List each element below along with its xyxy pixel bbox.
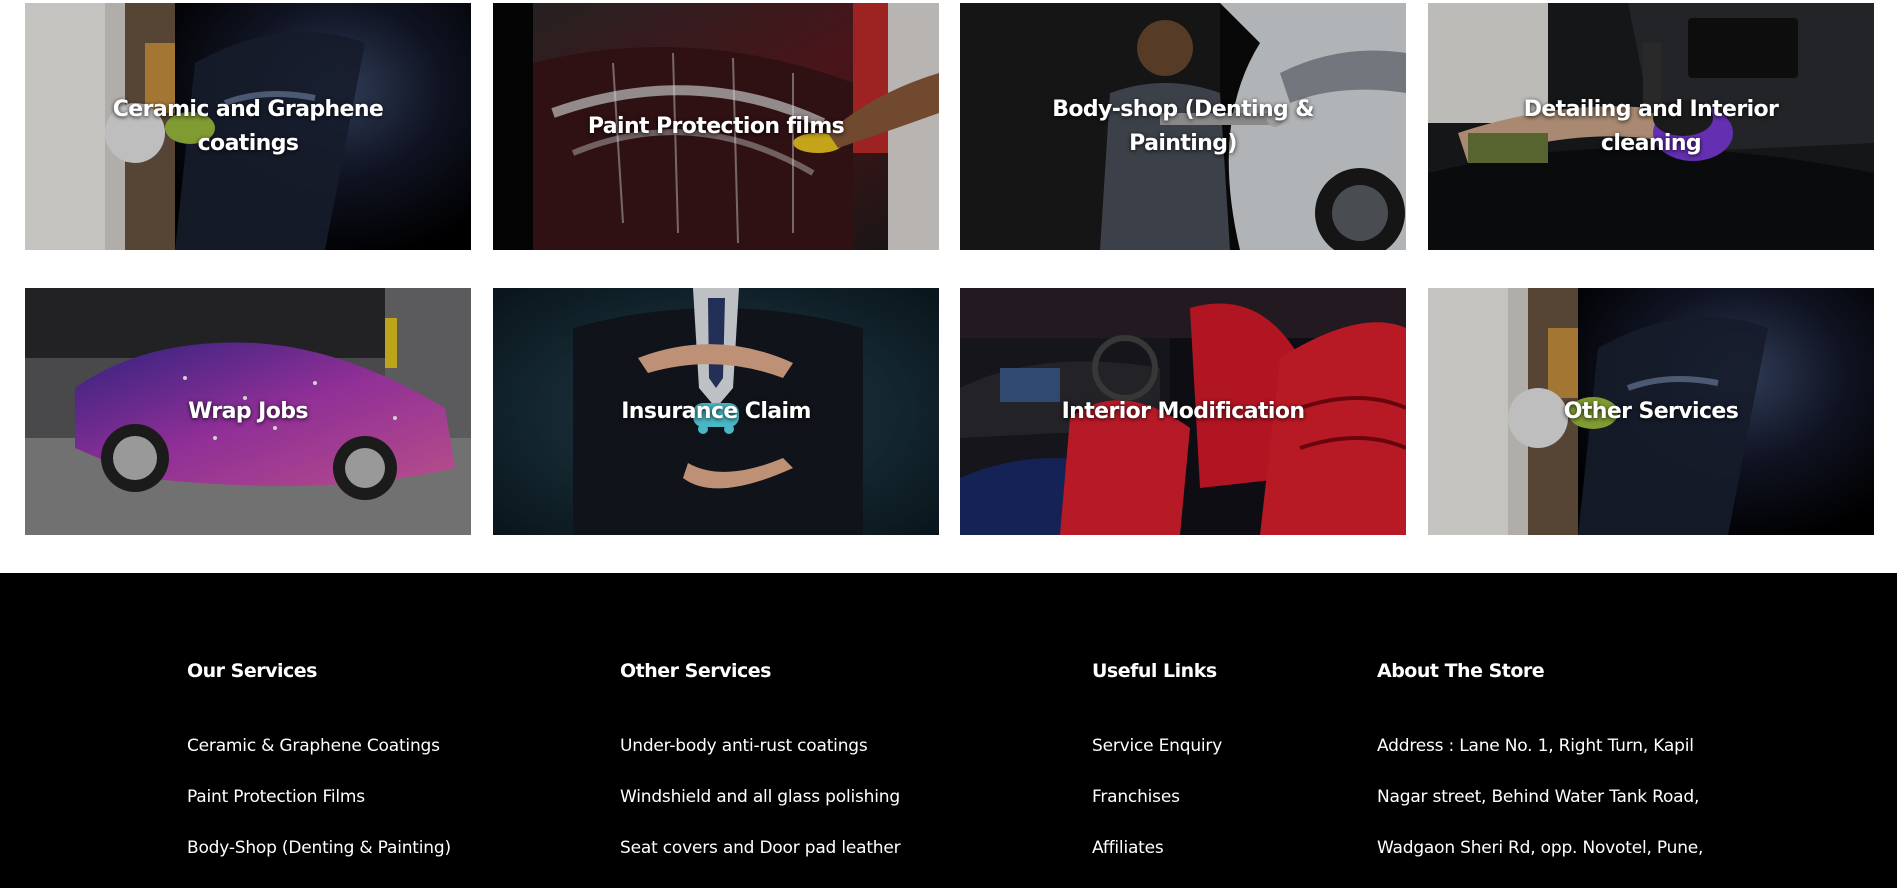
footer-link[interactable]: Under-body anti-rust coatings bbox=[620, 736, 868, 756]
footer-heading: Our Services bbox=[187, 660, 317, 682]
footer-link[interactable]: Franchises bbox=[1092, 787, 1180, 807]
list-item[interactable]: Paint Protection Films bbox=[187, 787, 451, 838]
list-item[interactable]: Service Enquiry bbox=[1092, 736, 1222, 787]
footer-link[interactable]: Ceramic & Graphene Coatings bbox=[187, 736, 440, 756]
footer-heading: About The Store bbox=[1377, 660, 1545, 682]
service-tile-wrap-jobs[interactable]: Wrap Jobs bbox=[25, 288, 471, 535]
list-item[interactable]: Affiliates bbox=[1092, 838, 1222, 888]
list-item[interactable]: Franchises bbox=[1092, 787, 1222, 838]
site-footer: Our Services Ceramic & Graphene Coatings… bbox=[0, 573, 1897, 888]
tile-label: Detailing and Interior cleaning bbox=[1523, 96, 1779, 156]
service-tile-interior-modification[interactable]: Interior Modification bbox=[960, 288, 1406, 535]
address-line: Wadgaon Sheri Rd, opp. Novotel, Pune, bbox=[1377, 838, 1704, 858]
footer-link[interactable]: Body-Shop (Denting & Painting) bbox=[187, 838, 451, 858]
footer-link[interactable]: Affiliates bbox=[1092, 838, 1164, 858]
list-item[interactable]: Body-Shop (Denting & Painting) bbox=[187, 838, 451, 888]
footer-heading: Other Services bbox=[620, 660, 771, 682]
footer-link[interactable]: Service Enquiry bbox=[1092, 736, 1222, 756]
tile-label: Insurance Claim bbox=[621, 398, 811, 424]
footer-link[interactable]: Windshield and all glass polishing bbox=[620, 787, 900, 807]
footer-link[interactable]: Paint Protection Films bbox=[187, 787, 365, 807]
tile-label: Ceramic and Graphene coatings bbox=[112, 96, 384, 156]
tile-label: Interior Modification bbox=[1061, 398, 1305, 424]
tile-label: Wrap Jobs bbox=[188, 398, 308, 424]
service-tile-other-services[interactable]: Other Services bbox=[1428, 288, 1874, 535]
store-address: Address : Lane No. 1, Right Turn, Kapil … bbox=[1377, 736, 1703, 888]
footer-link-list: Under-body anti-rust coatings Windshield… bbox=[620, 736, 901, 888]
service-tile-ceramic-coatings[interactable]: Ceramic and Graphene coatings bbox=[25, 3, 471, 250]
tile-label: Other Services bbox=[1563, 398, 1739, 424]
address-line: Address : Lane No. 1, Right Turn, Kapil bbox=[1377, 736, 1694, 756]
footer-link-list: Ceramic & Graphene Coatings Paint Protec… bbox=[187, 736, 451, 888]
footer-heading: Useful Links bbox=[1092, 660, 1217, 682]
list-item[interactable]: Seat covers and Door pad leather bbox=[620, 838, 901, 888]
list-item[interactable]: Windshield and all glass polishing bbox=[620, 787, 900, 838]
service-tile-paint-protection[interactable]: Paint Protection films bbox=[493, 3, 939, 250]
list-item[interactable]: Ceramic & Graphene Coatings bbox=[187, 736, 451, 787]
list-item[interactable]: Under-body anti-rust coatings bbox=[620, 736, 900, 787]
footer-link[interactable]: Seat covers and Door pad leather bbox=[620, 838, 901, 858]
tile-label: Paint Protection films bbox=[587, 113, 845, 139]
address-line: Nagar street, Behind Water Tank Road, bbox=[1377, 787, 1700, 807]
footer-link-list: Service Enquiry Franchises Affiliates bbox=[1092, 736, 1222, 888]
service-tile-insurance-claim[interactable]: Insurance Claim bbox=[493, 288, 939, 535]
tile-label: Body-shop (Denting & Painting) bbox=[1052, 96, 1314, 156]
service-tile-detailing[interactable]: Detailing and Interior cleaning bbox=[1428, 3, 1874, 250]
service-tile-body-shop[interactable]: Body-shop (Denting & Painting) bbox=[960, 3, 1406, 250]
